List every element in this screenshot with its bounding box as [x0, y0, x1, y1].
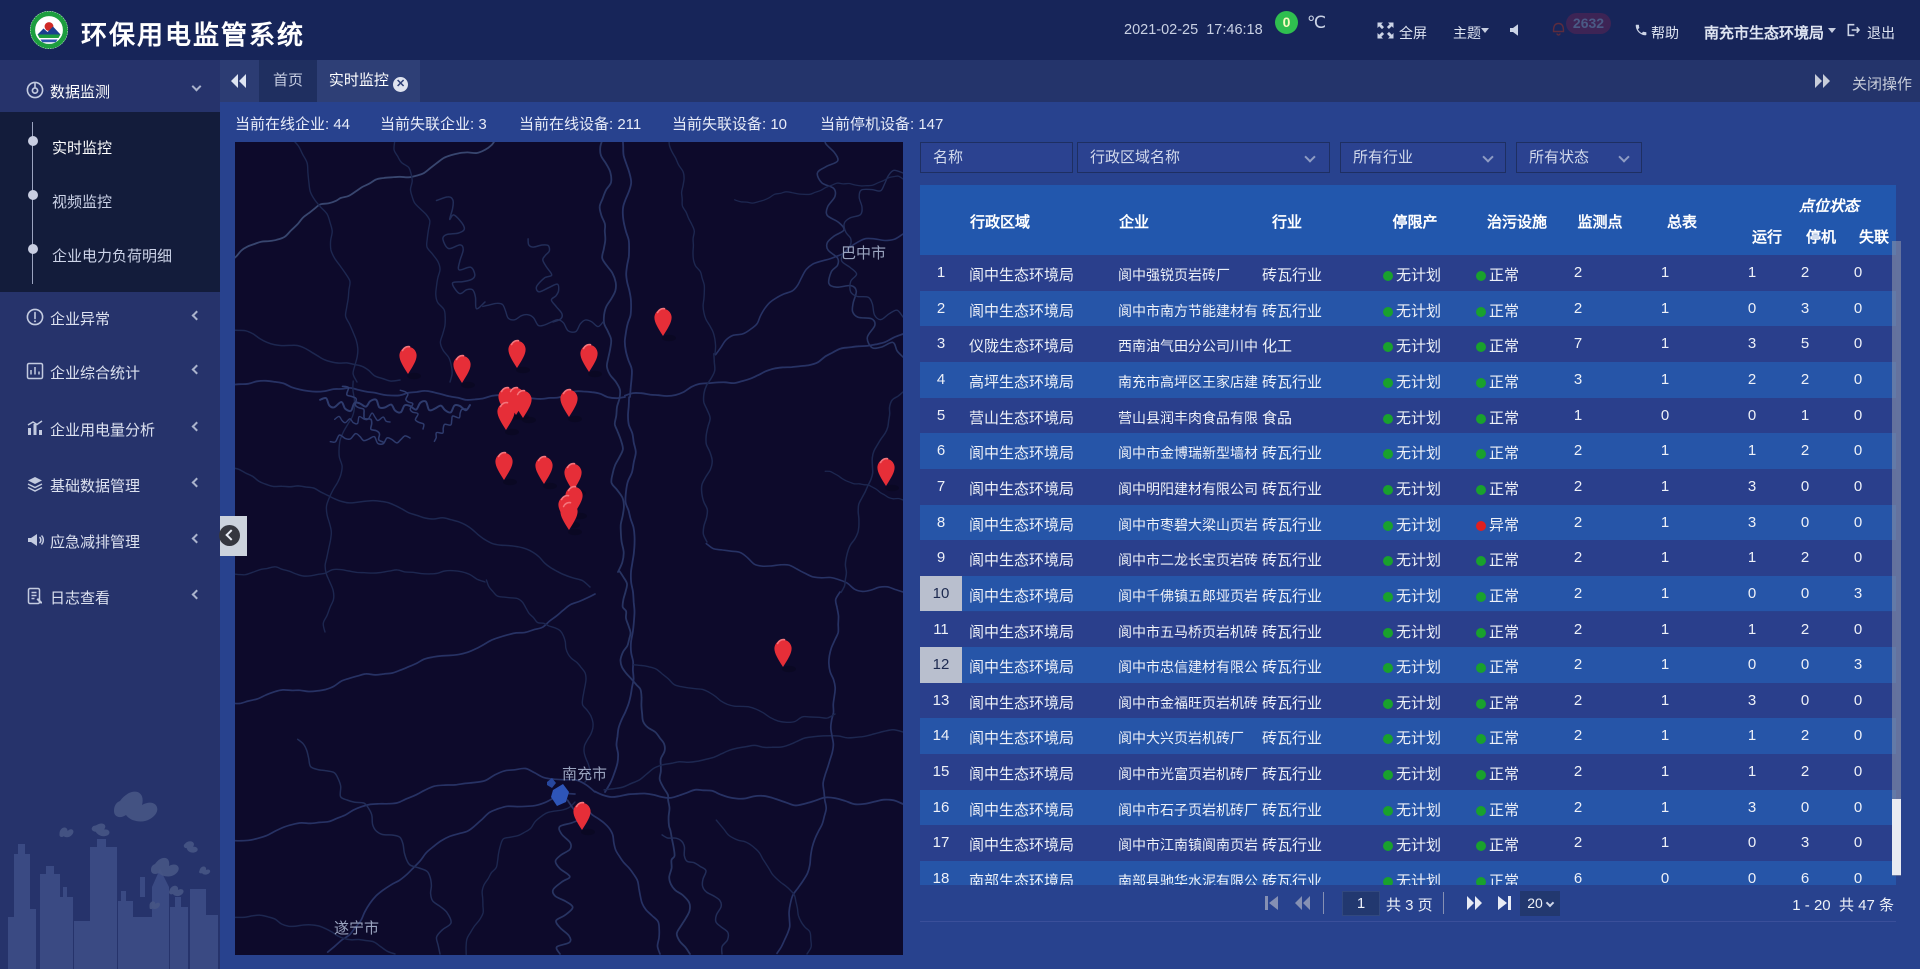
svg-text:南充市: 南充市 [562, 766, 607, 783]
svg-text:遂宁市: 遂宁市 [334, 920, 379, 937]
svg-text:巴中市: 巴中市 [841, 245, 886, 262]
